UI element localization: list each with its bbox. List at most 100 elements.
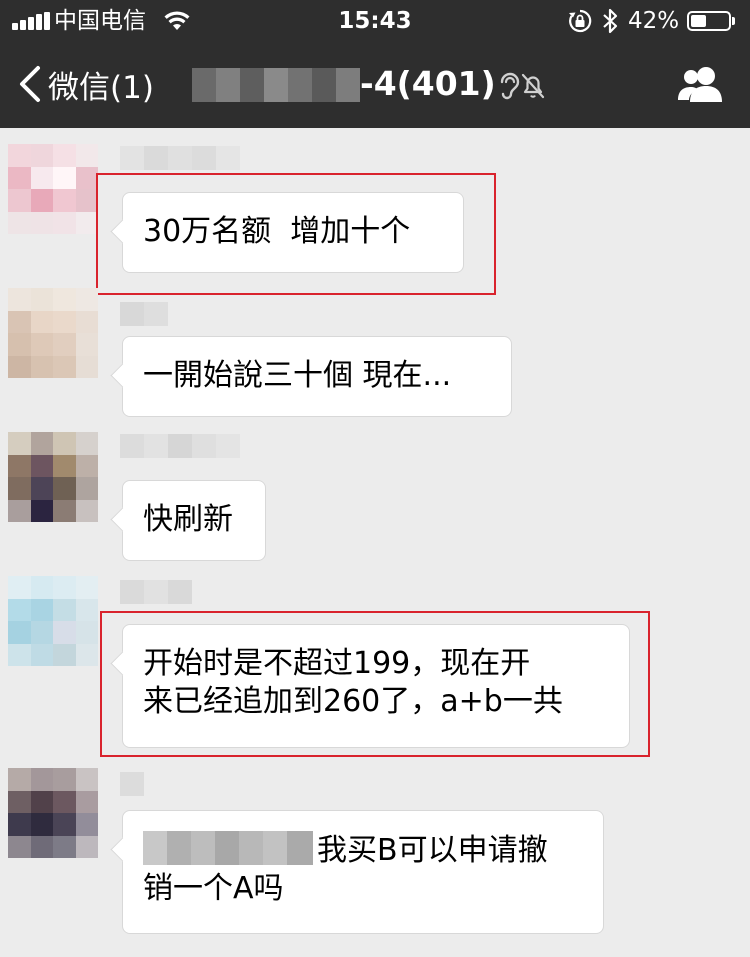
avatar-pixel xyxy=(8,211,31,234)
avatar-pixel xyxy=(8,835,31,858)
avatar-pixel xyxy=(53,333,76,356)
avatar-pixel xyxy=(53,768,76,791)
avatar-pixel xyxy=(75,310,98,333)
avatar-pixel xyxy=(8,333,31,356)
avatar-pixel xyxy=(8,621,31,644)
avatar-pixel xyxy=(53,355,76,378)
avatar-pixel xyxy=(8,499,31,522)
avatar-pixel xyxy=(75,355,98,378)
avatar-pixel xyxy=(30,835,53,858)
message-text: 开始时是不超过199，现在开 来已经追加到260了，a+b一共 xyxy=(143,646,563,719)
avatar-pixel xyxy=(30,790,53,813)
avatar-pixel xyxy=(8,189,31,212)
avatar-pixel xyxy=(30,310,53,333)
avatar-pixel xyxy=(75,189,98,212)
mute-icon xyxy=(521,73,545,99)
avatar[interactable] xyxy=(8,288,98,378)
avatar-pixel xyxy=(8,598,31,621)
avatar-pixel xyxy=(75,477,98,500)
avatar[interactable] xyxy=(8,432,98,522)
sender-name-pixelated xyxy=(120,772,144,796)
avatar-pixel xyxy=(8,454,31,477)
avatar-pixel xyxy=(8,288,31,311)
avatar-pixel xyxy=(75,835,98,858)
avatar-pixel xyxy=(30,333,53,356)
avatar-pixel xyxy=(53,189,76,212)
message-bubble[interactable]: 30万名额 增加十个 xyxy=(122,192,464,273)
avatar-pixel xyxy=(75,621,98,644)
avatar-pixel xyxy=(53,813,76,836)
sender-name-pixelated xyxy=(120,302,168,326)
avatar-pixel xyxy=(30,211,53,234)
avatar-pixel xyxy=(8,477,31,500)
battery-cap xyxy=(732,17,735,25)
avatar-pixel xyxy=(30,643,53,666)
avatar-pixel xyxy=(8,790,31,813)
avatar[interactable] xyxy=(8,768,98,858)
avatar-pixel xyxy=(53,621,76,644)
avatar-pixel xyxy=(53,477,76,500)
message-text: 30万名额 增加十个 xyxy=(143,214,411,249)
avatar-pixel xyxy=(8,144,31,167)
message-bubble[interactable]: 我买B可以申请撤 销一个A吗 xyxy=(122,810,604,934)
chat-title: -4(401) xyxy=(360,64,496,103)
avatar-pixel xyxy=(53,643,76,666)
group-members-icon[interactable] xyxy=(676,64,726,104)
avatar-pixel xyxy=(53,432,76,455)
avatar-pixel xyxy=(53,310,76,333)
avatar-pixel xyxy=(53,211,76,234)
avatar-pixel xyxy=(75,790,98,813)
message-bubble[interactable]: 一開始說三十個 現在... xyxy=(122,336,512,417)
avatar-pixel xyxy=(30,432,53,455)
avatar-pixel xyxy=(30,499,53,522)
avatar-pixel xyxy=(53,790,76,813)
sender-name-pixelated xyxy=(120,146,240,170)
navigation-bar: 微信(1) -4(401) xyxy=(0,42,750,128)
message-text: 一開始說三十個 現在... xyxy=(143,358,452,393)
battery-icon xyxy=(687,11,731,31)
avatar-pixel xyxy=(30,166,53,189)
avatar-pixel xyxy=(30,189,53,212)
status-bar: 中国电信 15:43 42% xyxy=(0,0,750,42)
avatar-pixel xyxy=(53,598,76,621)
avatar[interactable] xyxy=(8,144,98,234)
avatar-pixel xyxy=(53,454,76,477)
sender-name-pixelated xyxy=(120,580,192,604)
avatar-pixel xyxy=(30,598,53,621)
avatar-pixel xyxy=(75,499,98,522)
avatar-pixel xyxy=(8,432,31,455)
avatar-pixel xyxy=(30,768,53,791)
avatar-pixel xyxy=(8,355,31,378)
avatar-pixel xyxy=(8,310,31,333)
avatar-pixel xyxy=(30,288,53,311)
rotation-lock-icon xyxy=(569,9,592,33)
avatar-pixel xyxy=(75,288,98,311)
earpiece-icon xyxy=(500,72,520,100)
avatar-pixel xyxy=(75,598,98,621)
avatar-pixel xyxy=(8,768,31,791)
battery-percentage: 42% xyxy=(628,8,680,34)
avatar-pixel xyxy=(53,144,76,167)
message-bubble[interactable]: 开始时是不超过199，现在开 来已经追加到260了，a+b一共 xyxy=(122,624,630,748)
message-bubble[interactable]: 快刷新 xyxy=(122,480,266,561)
avatar-pixel xyxy=(8,813,31,836)
avatar-pixel xyxy=(53,288,76,311)
avatar[interactable] xyxy=(8,576,98,666)
avatar-pixel xyxy=(75,768,98,791)
sender-name-pixelated xyxy=(120,434,240,458)
avatar-pixel xyxy=(53,499,76,522)
avatar-pixel xyxy=(8,166,31,189)
avatar-pixel xyxy=(53,835,76,858)
mention-pixelated xyxy=(143,831,313,865)
chat-title-pixelated xyxy=(192,68,360,102)
header: 中国电信 15:43 42% 微信(1) -4(401) xyxy=(0,0,750,128)
avatar-pixel xyxy=(75,144,98,167)
wechat-group-chat-screen: 中国电信 15:43 42% 微信(1) -4(401) 30万名额 增加十个 … xyxy=(0,0,750,957)
avatar-pixel xyxy=(75,576,98,599)
avatar-pixel xyxy=(75,432,98,455)
avatar-pixel xyxy=(30,621,53,644)
back-button[interactable]: 微信(1) xyxy=(16,62,154,106)
avatar-pixel xyxy=(53,576,76,599)
avatar-pixel xyxy=(75,813,98,836)
chat-message-list[interactable]: 30万名额 增加十个 一開始說三十個 現在... 快刷新 开始时是不超过199，… xyxy=(0,128,750,957)
